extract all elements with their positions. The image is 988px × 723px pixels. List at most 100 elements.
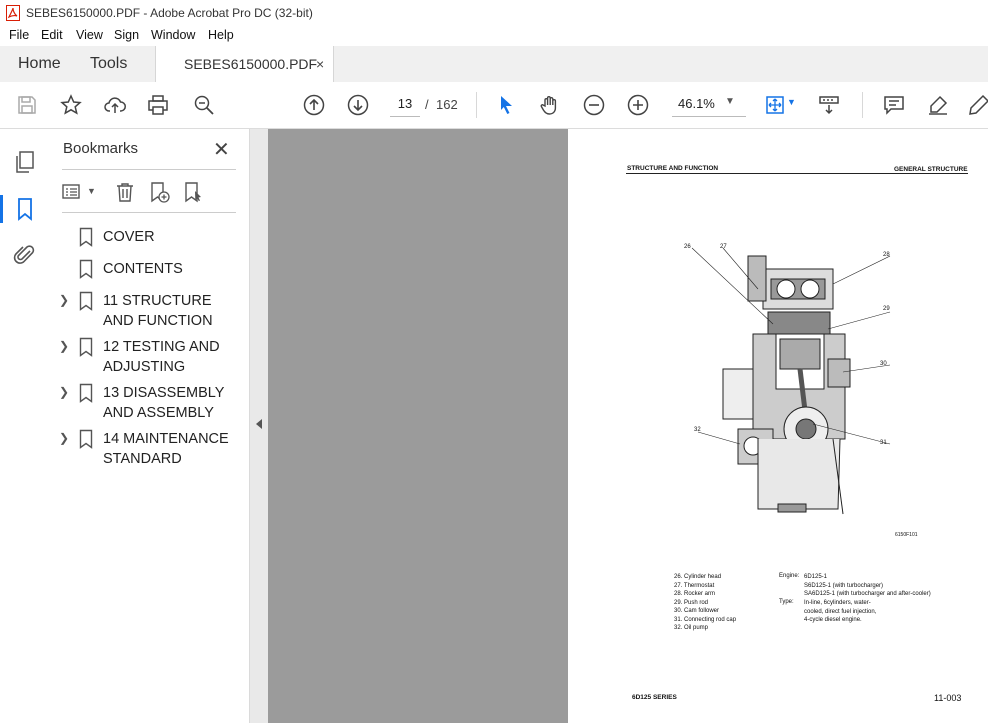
navigation-rail (0, 129, 49, 723)
bookmark-label[interactable]: COVER (103, 227, 245, 247)
menu-sign[interactable]: Sign (114, 28, 139, 42)
document-background (268, 129, 568, 723)
close-tab-icon[interactable]: × (316, 46, 324, 82)
highlight-pen-icon[interactable] (925, 92, 951, 118)
page-separator: / (425, 97, 429, 112)
zoom-dropdown-chevron-icon[interactable]: ▼ (725, 96, 735, 107)
expand-chevron-icon[interactable]: ❯ (59, 293, 69, 307)
menu-help[interactable]: Help (208, 28, 234, 42)
page-number-input[interactable]: 13 (390, 92, 420, 117)
callout-label: 26 (684, 244, 691, 250)
bookmark-icon (79, 259, 93, 279)
bookmark-search-icon[interactable] (182, 181, 204, 203)
attachments-paperclip-icon[interactable] (12, 242, 38, 268)
callout-label: 30 (880, 361, 887, 367)
bookmark-icon (79, 383, 93, 403)
bookmark-options-icon[interactable] (62, 181, 84, 203)
fit-page-dropdown-icon[interactable]: ▼ (787, 97, 796, 107)
callout-label: 32 (694, 427, 701, 433)
print-icon[interactable] (145, 92, 171, 118)
callout-label: 29 (883, 306, 890, 312)
next-page-icon[interactable] (345, 92, 371, 118)
engine-model-line: 6D125-1 (804, 574, 828, 580)
bookmarks-panel-title: Bookmarks (63, 140, 139, 157)
zoom-out-icon[interactable] (581, 92, 607, 118)
collapse-panel-arrow-icon[interactable] (256, 419, 262, 429)
toolbar-divider (862, 92, 863, 118)
page-header-left: STRUCTURE AND FUNCTION (627, 165, 719, 172)
bookmark-label[interactable]: 14 MAINTENANCE STANDARD (103, 429, 245, 469)
pdf-page[interactable]: STRUCTURE AND FUNCTION GENERAL STRUCTURE (568, 129, 988, 723)
bookmarks-panel: Bookmarks ✕ ▼ COVER CONTENTS ❯ 11 STRUCT… (48, 129, 249, 723)
menu-view[interactable]: View (76, 28, 103, 42)
page-number-footer: 11-003 (934, 693, 962, 703)
bookmark-icon (79, 337, 93, 357)
expand-chevron-icon[interactable]: ❯ (59, 431, 69, 445)
page-total: 162 (436, 97, 458, 112)
rail-active-indicator (0, 195, 3, 223)
page-header-right: GENERAL STRUCTURE (894, 166, 968, 173)
new-bookmark-icon[interactable] (148, 181, 170, 203)
tab-home[interactable]: Home (18, 46, 61, 82)
tab-document[interactable]: SEBES6150000.PDF × (155, 46, 334, 83)
page-thumbnails-icon[interactable] (12, 149, 38, 175)
callout-label: 28 (883, 252, 890, 258)
header-rule (626, 173, 968, 174)
toolbar-divider (476, 92, 477, 118)
engine-type: In-line, 6cylinders, water- cooled, dire… (804, 599, 954, 625)
engine-cross-section-illustration (691, 247, 891, 515)
parts-legend: 26. Cylinder head 27. Thermostat 28. Roc… (674, 573, 784, 633)
scroll-mode-icon[interactable] (816, 92, 842, 118)
type-label: Type: (779, 599, 794, 605)
engine-model-line: S6D125-1 (with turbocharger) (804, 582, 884, 589)
hand-tool-icon[interactable] (537, 92, 563, 118)
engine-type-line: cooled, direct fuel injection, (804, 608, 877, 615)
menu-edit[interactable]: Edit (41, 28, 63, 42)
panel-divider (62, 169, 236, 170)
expand-chevron-icon[interactable]: ❯ (59, 339, 69, 353)
engine-model-line: SA6D125-1 (with turbocharger and after-c… (804, 591, 931, 597)
delete-bookmark-icon[interactable] (114, 181, 136, 203)
callout-label: 31 (880, 440, 887, 446)
engine-type-line: In-line, 6cylinders, water- (804, 600, 871, 606)
engine-type-line: 4-cycle diesel engine. (804, 617, 862, 623)
panel-splitter[interactable] (249, 129, 269, 723)
engine-models: 6D125-1 S6D125-1 (with turbocharger) SA6… (804, 573, 954, 599)
close-panel-icon[interactable]: ✕ (213, 137, 230, 162)
draw-pencil-icon[interactable] (966, 92, 988, 118)
legend-item: 31. Connecting rod cap (674, 616, 737, 623)
zoom-in-icon[interactable] (625, 92, 651, 118)
figure-id: 6150F101 (895, 532, 918, 538)
bookmark-label[interactable]: 13 DISASSEMBLY AND ASSEMBLY (103, 383, 245, 423)
legend-item: 30. Cam follower (674, 608, 720, 614)
fit-page-icon[interactable] (762, 92, 788, 118)
find-zoom-icon[interactable] (191, 92, 217, 118)
title-bar: SEBES6150000.PDF - Adobe Acrobat Pro DC … (0, 0, 988, 27)
star-icon[interactable] (58, 92, 84, 118)
menu-file[interactable]: File (9, 28, 29, 42)
select-arrow-icon[interactable] (493, 92, 519, 118)
window-title: SEBES6150000.PDF - Adobe Acrobat Pro DC … (26, 6, 313, 20)
tab-tools[interactable]: Tools (90, 46, 127, 82)
tab-document-label: SEBES6150000.PDF (184, 56, 318, 72)
tab-bar: Home Tools SEBES6150000.PDF × (0, 46, 988, 83)
bookmark-icon (79, 227, 93, 247)
legend-item: 32. Oil pump (674, 625, 709, 631)
toolbar: 13 / 162 46.1% ▼ ▼ (0, 82, 988, 129)
bookmark-panel-icon[interactable] (12, 196, 38, 222)
previous-page-icon[interactable] (301, 92, 327, 118)
upload-cloud-icon[interactable] (102, 92, 128, 118)
menu-window[interactable]: Window (151, 28, 195, 42)
menu-bar: File Edit View Sign Window Help (0, 26, 988, 46)
save-icon[interactable] (14, 92, 40, 118)
legend-item: 27. Thermostat (674, 582, 715, 589)
bookmark-label[interactable]: 11 STRUCTURE AND FUNCTION (103, 291, 245, 331)
bookmark-label[interactable]: CONTENTS (103, 259, 245, 279)
engine-label: Engine: (779, 573, 800, 579)
bookmark-icon (79, 429, 93, 449)
comment-icon[interactable] (881, 92, 907, 118)
options-dropdown-icon[interactable]: ▼ (87, 186, 96, 196)
expand-chevron-icon[interactable]: ❯ (59, 385, 69, 399)
legend-item: 28. Rocker arm (674, 591, 716, 597)
bookmark-label[interactable]: 12 TESTING AND ADJUSTING (103, 337, 245, 377)
